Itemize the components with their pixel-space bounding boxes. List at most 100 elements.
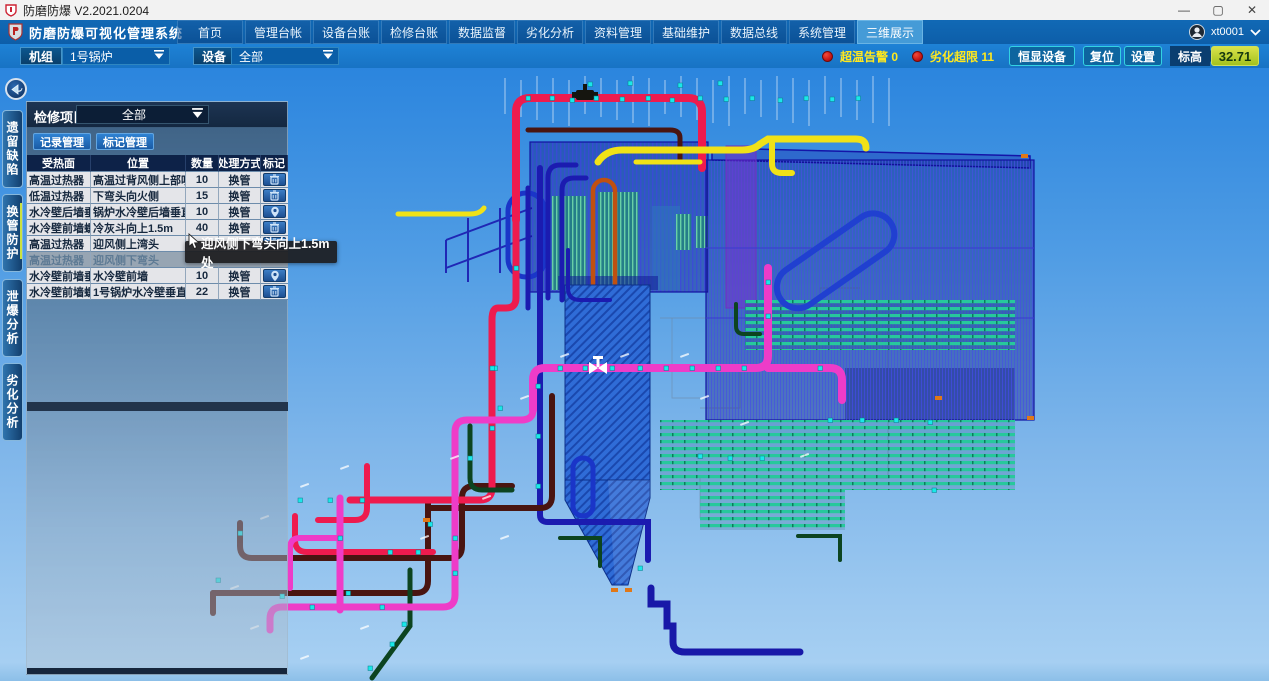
nav-tab-劣化分析[interactable]: 劣化分析	[517, 20, 583, 44]
trash-icon[interactable]	[263, 285, 286, 298]
table-footer	[27, 402, 288, 411]
qty-cell: 15	[186, 188, 219, 204]
purple-column	[726, 146, 756, 308]
column-header-标记: 标记	[261, 155, 288, 172]
table-row[interactable]: 水冷壁前墙螺旋煅1号锅炉水冷壁垂直段5米22换管	[27, 284, 288, 300]
side-tab-泄爆分析[interactable]: 泄爆分析	[2, 279, 23, 357]
app-header: 防磨防爆可视化管理系统 首页管理台帐设备台账检修台账数据监督劣化分析资料管理基础…	[0, 20, 1269, 44]
filter-dropdown-icon	[322, 49, 334, 63]
column-header-处理方式: 处理方式	[219, 155, 261, 172]
trash-icon[interactable]	[263, 189, 286, 202]
minimize-button[interactable]: —	[1167, 0, 1201, 20]
position-cell: 下弯头向火侧	[91, 188, 186, 204]
surface-cell: 高温过热器	[27, 252, 91, 268]
chevron-down-icon	[1250, 29, 1261, 36]
table-row[interactable]: 水冷壁后墙垂直段锅炉水冷壁后墙垂直段左10换管	[27, 204, 288, 220]
unit-selector-value: 1号锅炉	[70, 48, 113, 65]
mark-cell	[261, 172, 288, 188]
user-box[interactable]: xt0001	[1189, 20, 1261, 44]
tube-bundle-green	[598, 192, 638, 290]
window-shield-icon	[5, 4, 17, 17]
surface-cell: 水冷壁后墙垂直段	[27, 204, 91, 220]
nav-tab-管理台帐[interactable]: 管理台帐	[245, 20, 311, 44]
degrade-alarm-icon	[912, 51, 923, 62]
surface-cell: 高温过热器	[27, 236, 91, 252]
pin-icon[interactable]	[263, 205, 286, 218]
position-cell: 水冷壁前墙	[91, 268, 186, 284]
surface-cell: 水冷壁前墙螺旋煅	[27, 284, 91, 300]
repair-table: 受热面位置数量处理方式标记高温过热器高温过背风侧上部吹灰器10换管低温过热器下弯…	[27, 155, 288, 300]
repair-panel: 检修项目 全部 记录管理标记管理 受热面位置数量处理方式标记高温过热器高温过背风…	[26, 101, 288, 675]
position-cell: 高温过背风侧上部吹灰器	[91, 172, 186, 188]
position-cell: 冷灰斗向上1.5m	[91, 220, 186, 236]
overtemp-alarm-icon	[822, 51, 833, 62]
unit-selector-label: 机组	[20, 47, 62, 65]
position-cell: 迎风侧上湾头	[91, 236, 186, 252]
unit-selector[interactable]: 1号锅炉	[62, 47, 170, 65]
side-tab-换管防护[interactable]: 换管防护	[2, 194, 23, 272]
application-window: 防磨防爆 V2.2021.0204 — ▢ ✕ 防磨防爆可视化管理系统 首页管理…	[0, 0, 1269, 681]
close-button[interactable]: ✕	[1235, 0, 1269, 20]
mark-cell	[261, 284, 288, 300]
position-tooltip: 迎风侧下弯头向上1.5m处	[185, 241, 337, 263]
panel-footer	[27, 668, 287, 674]
device-selector[interactable]: 全部	[231, 47, 339, 65]
trash-icon[interactable]	[263, 173, 286, 186]
toolbar: 机组 1号锅炉 设备 全部 超温告警 0 劣化超限 11 恒显设备复位设置 标高…	[0, 44, 1269, 68]
project-filter-value: 全部	[77, 106, 191, 123]
toolbar-button-恒显设备[interactable]: 恒显设备	[1009, 46, 1075, 66]
toolbar-button-设置[interactable]: 设置	[1124, 46, 1162, 66]
side-tab-遗留缺陷[interactable]: 遗留缺陷	[2, 110, 23, 188]
surface-cell: 水冷壁前墙垂直段	[27, 268, 91, 284]
elevation-label: 标高	[1170, 46, 1210, 66]
nav-tab-设备台账[interactable]: 设备台账	[313, 20, 379, 44]
device-selector-label: 设备	[193, 47, 235, 65]
position-cell: 迎风侧下弯头	[91, 252, 186, 268]
nav-tab-首页[interactable]: 首页	[177, 20, 243, 44]
project-filter-dropdown[interactable]: 全部	[76, 105, 209, 124]
nav-tab-检修台账[interactable]: 检修台账	[381, 20, 447, 44]
table-row[interactable]: 低温过热器下弯头向火侧15换管	[27, 188, 288, 204]
nav-tabs: 首页管理台帐设备台账检修台账数据监督劣化分析资料管理基础维护数据总线系统管理三维…	[177, 20, 925, 44]
overtemp-alarm: 超温告警 0	[822, 44, 898, 68]
backpass-section	[660, 146, 1034, 530]
column-header-位置: 位置	[91, 155, 186, 172]
overtemp-count: 0	[891, 50, 898, 64]
toolbar-button-复位[interactable]: 复位	[1083, 46, 1121, 66]
window-titlebar: 防磨防爆 V2.2021.0204 — ▢ ✕	[0, 0, 1269, 20]
degrade-alarm: 劣化超限 11	[912, 44, 994, 68]
mark-cell	[261, 188, 288, 204]
tube-bank-teal	[660, 420, 1015, 490]
app-logo-shield-icon	[8, 23, 23, 41]
nav-tab-系统管理[interactable]: 系统管理	[789, 20, 855, 44]
filter-dropdown-icon	[153, 49, 165, 63]
qty-cell: 22	[186, 284, 219, 300]
table-row[interactable]: 高温过热器高温过背风侧上部吹灰器10换管	[27, 172, 288, 188]
method-cell: 换管	[219, 188, 261, 204]
panel-button-标记管理[interactable]: 标记管理	[96, 133, 154, 150]
nav-tab-基础维护[interactable]: 基础维护	[653, 20, 719, 44]
panel-button-记录管理[interactable]: 记录管理	[33, 133, 91, 150]
side-tab-劣化分析[interactable]: 劣化分析	[2, 363, 23, 441]
nav-tab-资料管理[interactable]: 资料管理	[585, 20, 651, 44]
repair-panel-header: 检修项目 全部	[27, 102, 287, 128]
elevation-value: 32.71	[1211, 46, 1259, 66]
degrade-count: 11	[981, 50, 994, 64]
nav-tab-三维展示[interactable]: 三维展示	[857, 20, 923, 44]
username: xt0001	[1211, 26, 1244, 38]
device-selector-value: 全部	[239, 48, 263, 65]
position-cell: 锅炉水冷壁后墙垂直段左	[91, 204, 186, 220]
nav-tab-数据监督[interactable]: 数据监督	[449, 20, 515, 44]
back-button[interactable]	[5, 78, 27, 100]
position-cell: 1号锅炉水冷壁垂直段5米	[91, 284, 186, 300]
filter-dropdown-icon	[191, 106, 204, 124]
maximize-button[interactable]: ▢	[1201, 0, 1235, 20]
back-arrow-icon	[10, 84, 23, 95]
nav-tab-数据总线[interactable]: 数据总线	[721, 20, 787, 44]
table-header-row: 受热面位置数量处理方式标记	[27, 155, 288, 172]
method-cell: 换管	[219, 172, 261, 188]
mark-cell	[261, 204, 288, 220]
surface-cell: 高温过热器	[27, 172, 91, 188]
drain-pipe	[651, 588, 800, 652]
app-title: 防磨防爆可视化管理系统	[29, 23, 183, 42]
